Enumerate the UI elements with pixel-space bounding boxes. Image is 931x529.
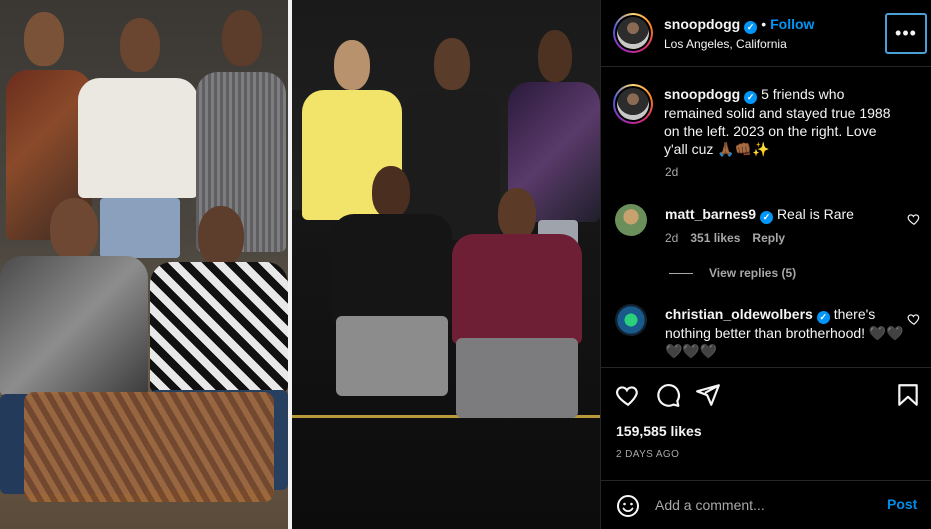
author-avatar[interactable] <box>613 13 653 53</box>
caption-age[interactable]: 2d <box>665 165 678 179</box>
comment-text: Real is Rare <box>776 206 854 222</box>
heart-icon[interactable] <box>615 382 641 408</box>
reply-button[interactable]: Reply <box>752 231 785 245</box>
add-comment-bar: Post <box>601 480 931 529</box>
comment-age[interactable]: 2d <box>665 231 678 245</box>
heart-icon[interactable] <box>907 212 921 226</box>
author-line: snoopdogg ✓ • Follow <box>664 16 814 34</box>
comment-meta: 2d 351 likes Reply <box>665 231 785 245</box>
post-comment-button[interactable]: Post <box>887 496 917 512</box>
commenter-avatar[interactable] <box>615 304 647 336</box>
verified-badge-icon: ✓ <box>744 91 758 104</box>
person-figure <box>452 188 582 458</box>
post-media[interactable] <box>0 0 600 529</box>
commenter-avatar[interactable] <box>615 204 647 236</box>
comment-likes[interactable]: 351 likes <box>690 231 740 245</box>
comment-username[interactable]: matt_barnes9 <box>665 206 756 222</box>
verified-badge-icon: ✓ <box>760 211 774 224</box>
verified-badge-icon: ✓ <box>744 21 758 34</box>
follow-button[interactable]: Follow <box>770 16 814 32</box>
replies-line <box>669 273 693 275</box>
author-username[interactable]: snoopdogg <box>664 16 740 32</box>
emoji-icon[interactable] <box>616 494 640 518</box>
person-figure <box>332 166 452 456</box>
verified-badge-icon: ✓ <box>816 311 830 324</box>
post-location[interactable]: Los Angeles, California <box>664 37 787 51</box>
post-panel: snoopdogg ✓ • Follow Los Angeles, Californi… <box>600 0 931 529</box>
add-comment-input[interactable] <box>655 495 875 515</box>
caption-username[interactable]: snoopdogg <box>664 86 740 102</box>
bookmark-icon[interactable] <box>895 382 921 408</box>
heart-icon[interactable] <box>907 312 921 326</box>
likes-count[interactable]: 159,585 likes <box>616 423 702 439</box>
share-icon[interactable] <box>695 382 721 408</box>
caption: snoopdogg ✓ 5 friends who remained solid … <box>664 85 896 158</box>
post-date[interactable]: 2 DAYS AGO <box>616 449 679 460</box>
post-header: snoopdogg ✓ • Follow Los Angeles, Californi… <box>601 0 931 67</box>
comment-1: matt_barnes9 ✓ Real is Rare <box>665 205 900 224</box>
comment-2: christian_oldewolbers ✓ there's nothing b… <box>665 305 905 360</box>
caption-avatar[interactable] <box>613 84 653 124</box>
comments-section[interactable]: snoopdogg ✓ 5 friends who remained solid … <box>601 68 931 366</box>
more-options-icon[interactable]: ••• <box>885 13 927 54</box>
photo-1988 <box>0 0 288 529</box>
comment-icon[interactable] <box>655 382 681 408</box>
photo-2023 <box>292 0 600 529</box>
view-replies-button[interactable]: View replies (5) <box>669 266 796 280</box>
action-bar: 159,585 likes 2 DAYS AGO <box>601 367 931 473</box>
view-replies-label: View replies (5) <box>709 266 797 280</box>
separator-dot: • <box>761 16 767 32</box>
comment-username[interactable]: christian_oldewolbers <box>665 306 813 322</box>
wicker-stool <box>24 392 274 502</box>
